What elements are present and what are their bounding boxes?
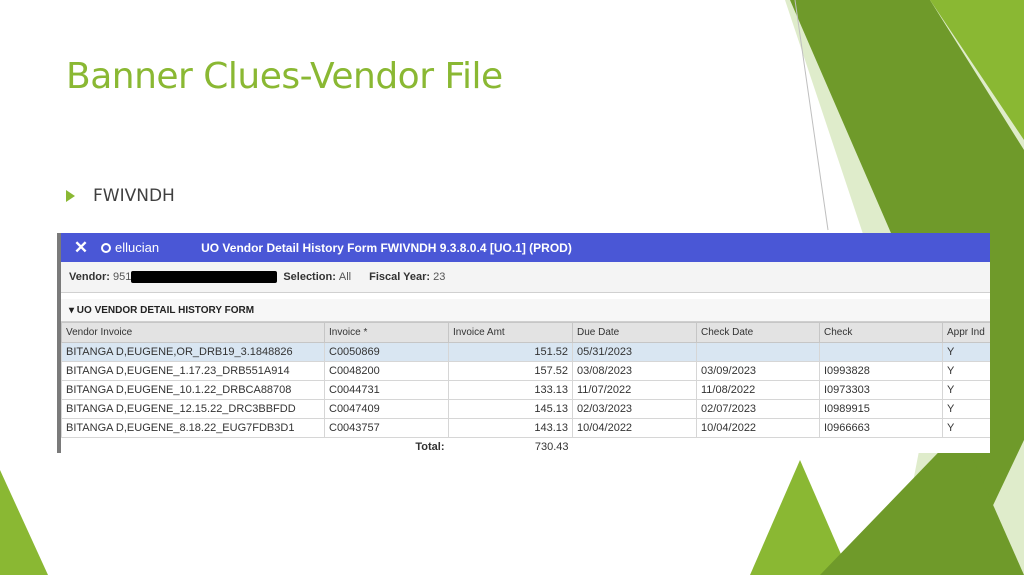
table-row[interactable]: BITANGA D,EUGENE,OR_DRB19_3.1848826 C005…	[61, 342, 990, 362]
invoice-cell[interactable]: C0044731	[324, 380, 449, 400]
ellucian-logo-icon	[101, 242, 111, 253]
vendor-history-table: Vendor Invoice Invoice * Invoice Amt Due…	[61, 322, 990, 453]
appr-ind-cell[interactable]: Y	[942, 399, 990, 419]
due-date-cell[interactable]: 03/08/2023	[572, 361, 697, 381]
bottom-green-shape	[750, 460, 850, 575]
invoice-amt-cell[interactable]: 145.13	[448, 399, 573, 419]
col-header-invoice[interactable]: Invoice *	[324, 322, 449, 343]
bullet-item: FWIVNDH	[66, 186, 175, 206]
appr-ind-cell[interactable]: Y	[942, 380, 990, 400]
total-spacer	[942, 437, 990, 453]
check-date-cell[interactable]: 11/08/2022	[696, 380, 820, 400]
appr-ind-cell[interactable]: Y	[942, 361, 990, 381]
appr-ind-cell[interactable]: Y	[942, 418, 990, 438]
invoice-amt-cell[interactable]: 151.52	[448, 342, 573, 362]
section-header[interactable]: ▾ UO VENDOR DETAIL HISTORY FORM	[61, 299, 990, 322]
vendor-invoice-cell[interactable]: BITANGA D,EUGENE_8.18.22_EUG7FDB3D1	[61, 418, 325, 438]
table-row[interactable]: BITANGA D,EUGENE_1.17.23_DRB551A914 C004…	[61, 361, 990, 381]
close-icon[interactable]: ✕	[61, 238, 101, 258]
col-header-check-date[interactable]: Check Date	[696, 322, 820, 343]
window-title: UO Vendor Detail History Form FWIVNDH 9.…	[201, 240, 572, 255]
banner-form-window: ✕ ellucian UO Vendor Detail History Form…	[57, 233, 990, 453]
redaction-bar	[131, 271, 278, 283]
invoice-cell[interactable]: C0048200	[324, 361, 449, 381]
due-date-cell[interactable]: 10/04/2022	[572, 418, 697, 438]
invoice-cell[interactable]: C0043757	[324, 418, 449, 438]
invoice-cell[interactable]: C0047409	[324, 399, 449, 419]
vendor-invoice-cell[interactable]: BITANGA D,EUGENE,OR_DRB19_3.1848826	[61, 342, 325, 362]
fiscal-year-value: 23	[433, 271, 446, 283]
check-date-cell[interactable]: 03/09/2023	[696, 361, 820, 381]
slide-title: Banner Clues-Vendor File	[66, 56, 503, 97]
check-date-cell[interactable]	[696, 342, 820, 362]
brand-label: ellucian	[115, 240, 160, 255]
table-header-row: Vendor Invoice Invoice * Invoice Amt Due…	[61, 322, 990, 343]
key-block: Vendor: 951 Selection: All Fiscal Year: …	[61, 262, 990, 293]
vendor-label: Vendor:	[69, 271, 110, 283]
col-header-due-date[interactable]: Due Date	[572, 322, 697, 343]
invoice-amt-cell[interactable]: 157.52	[448, 361, 573, 381]
bullet-text: FWIVNDH	[93, 186, 175, 206]
ellucian-logo: ellucian	[101, 240, 159, 255]
check-cell[interactable]: I0966663	[819, 418, 943, 438]
col-header-vendor-invoice[interactable]: Vendor Invoice	[61, 322, 325, 343]
check-cell[interactable]	[819, 342, 943, 362]
left-green-shape	[0, 470, 48, 575]
invoice-amt-cell[interactable]: 143.13	[448, 418, 573, 438]
check-date-cell[interactable]: 02/07/2023	[696, 399, 820, 419]
due-date-cell[interactable]: 11/07/2022	[572, 380, 697, 400]
col-header-check[interactable]: Check	[819, 322, 943, 343]
check-cell[interactable]: I0973303	[819, 380, 943, 400]
due-date-cell[interactable]: 02/03/2023	[572, 399, 697, 419]
total-value: 730.43	[448, 437, 573, 453]
vendor-invoice-cell[interactable]: BITANGA D,EUGENE_10.1.22_DRBCA88708	[61, 380, 325, 400]
check-cell[interactable]: I0993828	[819, 361, 943, 381]
total-label: Total:	[324, 437, 449, 453]
selection-value: All	[338, 271, 352, 283]
vendor-value: 951	[112, 271, 132, 283]
col-header-appr-ind[interactable]: Appr Ind	[942, 322, 990, 343]
table-row[interactable]: BITANGA D,EUGENE_8.18.22_EUG7FDB3D1 C004…	[61, 418, 990, 438]
total-row: Total: 730.43	[61, 437, 990, 453]
appr-ind-cell[interactable]: Y	[942, 342, 990, 362]
window-titlebar: ✕ ellucian UO Vendor Detail History Form…	[61, 233, 990, 262]
total-spacer	[61, 437, 325, 453]
total-spacer	[819, 437, 943, 453]
vendor-invoice-cell[interactable]: BITANGA D,EUGENE_1.17.23_DRB551A914	[61, 361, 325, 381]
table-row[interactable]: BITANGA D,EUGENE_10.1.22_DRBCA88708 C004…	[61, 380, 990, 400]
total-spacer	[572, 437, 697, 453]
check-date-cell[interactable]: 10/04/2022	[696, 418, 820, 438]
check-cell[interactable]: I0989915	[819, 399, 943, 419]
invoice-amt-cell[interactable]: 133.13	[448, 380, 573, 400]
col-header-invoice-amt[interactable]: Invoice Amt	[448, 322, 573, 343]
table-row[interactable]: BITANGA D,EUGENE_12.15.22_DRC3BBFDD C004…	[61, 399, 990, 419]
due-date-cell[interactable]: 05/31/2023	[572, 342, 697, 362]
vendor-invoice-cell[interactable]: BITANGA D,EUGENE_12.15.22_DRC3BBFDD	[61, 399, 325, 419]
bullet-arrow-icon	[66, 190, 75, 202]
fiscal-year-label: Fiscal Year:	[369, 271, 431, 283]
invoice-cell[interactable]: C0050869	[324, 342, 449, 362]
total-spacer	[696, 437, 820, 453]
selection-label: Selection:	[283, 271, 336, 283]
